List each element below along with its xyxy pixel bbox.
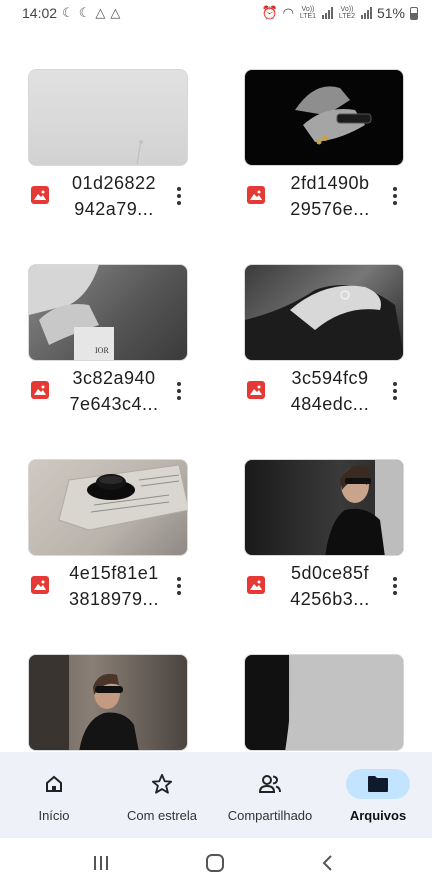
- image-file-icon: [31, 381, 49, 399]
- file-card[interactable]: 5d0ce85f 4256b3...: [244, 459, 404, 609]
- moon-icon: ☾: [62, 5, 74, 20]
- image-file-icon: [247, 381, 265, 399]
- file-card[interactable]: IOR 3c82a940 7e643c4...: [28, 264, 188, 414]
- file-name: 4e15f81e1 3818979...: [68, 563, 160, 609]
- file-thumbnail[interactable]: [244, 69, 404, 166]
- file-thumbnail[interactable]: [28, 459, 188, 556]
- more-options-button[interactable]: [384, 377, 406, 405]
- sim1-label: Vo)) LTE1: [299, 6, 317, 20]
- wifi-icon: ◠: [282, 5, 294, 20]
- svg-text:IOR: IOR: [95, 346, 109, 355]
- nav-item-home[interactable]: Início: [0, 752, 108, 838]
- more-options-button[interactable]: [168, 182, 190, 210]
- sim2-label: Vo)) LTE2: [338, 6, 356, 20]
- back-button[interactable]: [314, 850, 340, 876]
- image-file-icon: [31, 186, 49, 204]
- status-bar: 14:02 ☾ ☾ △ △ ⏰ ◠ Vo)) LTE1 Vo)) LTE2 51…: [0, 0, 432, 26]
- system-navigation-bar: [0, 838, 432, 888]
- thumbnail-image: [136, 139, 143, 165]
- drive-icon: △: [95, 5, 106, 20]
- nav-label: Início: [38, 808, 70, 823]
- nav-label: Compartilhado: [227, 808, 313, 823]
- signal-icon: [360, 7, 372, 19]
- battery-icon: [410, 6, 418, 20]
- file-grid: 01d26822 942a79... 2fd1490b 29576e... IO…: [0, 26, 432, 752]
- status-time: 14:02: [22, 5, 58, 21]
- image-file-icon: [247, 186, 265, 204]
- thumbnail-image: [285, 655, 403, 750]
- file-name: 2fd1490b 29576e...: [290, 173, 370, 219]
- file-card[interactable]: 2fd1490b 29576e...: [244, 69, 404, 219]
- recent-apps-button[interactable]: [88, 850, 114, 876]
- nav-label: Arquivos: [349, 808, 407, 823]
- file-thumbnail[interactable]: [28, 654, 188, 751]
- file-thumbnail[interactable]: IOR: [28, 264, 188, 361]
- thumbnail-image: [295, 86, 372, 145]
- file-name: 01d26822 942a79...: [71, 173, 157, 219]
- thumbnail-image: IOR: [29, 265, 114, 360]
- nav-item-files[interactable]: Arquivos: [324, 752, 432, 838]
- nav-label: Com estrela: [126, 808, 198, 823]
- image-file-icon: [31, 576, 49, 594]
- bottom-navigation: Início Com estrela Compartilhado Arquivo…: [0, 752, 432, 838]
- file-card[interactable]: 01d26822 942a79...: [28, 69, 188, 219]
- file-thumbnail[interactable]: [244, 264, 404, 361]
- file-name: 5d0ce85f 4256b3...: [290, 563, 370, 609]
- file-card[interactable]: [28, 654, 188, 751]
- thumbnail-image: [245, 285, 403, 360]
- more-options-button[interactable]: [384, 572, 406, 600]
- signal-icon: [321, 7, 333, 19]
- drive-icon: △: [110, 5, 121, 20]
- home-circle-icon: [206, 854, 224, 872]
- file-thumbnail[interactable]: [244, 459, 404, 556]
- file-card[interactable]: 4e15f81e1 3818979...: [28, 459, 188, 609]
- thumbnail-image: [29, 655, 139, 750]
- people-icon: [238, 769, 302, 799]
- more-options-button[interactable]: [168, 377, 190, 405]
- home-button[interactable]: [202, 850, 228, 876]
- folder-icon: [346, 769, 410, 799]
- star-icon: [130, 769, 194, 799]
- file-name: 3c82a940 7e643c4...: [69, 368, 159, 414]
- file-thumbnail[interactable]: [244, 654, 404, 751]
- thumbnail-image: [58, 464, 187, 531]
- moon-icon: ☾: [78, 5, 91, 20]
- nav-item-shared[interactable]: Compartilhado: [216, 752, 324, 838]
- back-chevron-icon: [322, 855, 332, 871]
- file-card[interactable]: 3c594fc9 484edc...: [244, 264, 404, 414]
- file-thumbnail[interactable]: [28, 69, 188, 166]
- nav-item-starred[interactable]: Com estrela: [108, 752, 216, 838]
- more-options-button[interactable]: [168, 572, 190, 600]
- alarm-icon: ⏰: [261, 5, 278, 20]
- image-file-icon: [247, 576, 265, 594]
- more-options-button[interactable]: [384, 182, 406, 210]
- file-card[interactable]: [244, 654, 404, 751]
- home-icon: [22, 769, 86, 799]
- battery-percent: 51%: [376, 5, 405, 21]
- file-name: 3c594fc9 484edc...: [290, 368, 370, 414]
- recent-apps-icon: [94, 856, 108, 870]
- thumbnail-image: [325, 460, 403, 555]
